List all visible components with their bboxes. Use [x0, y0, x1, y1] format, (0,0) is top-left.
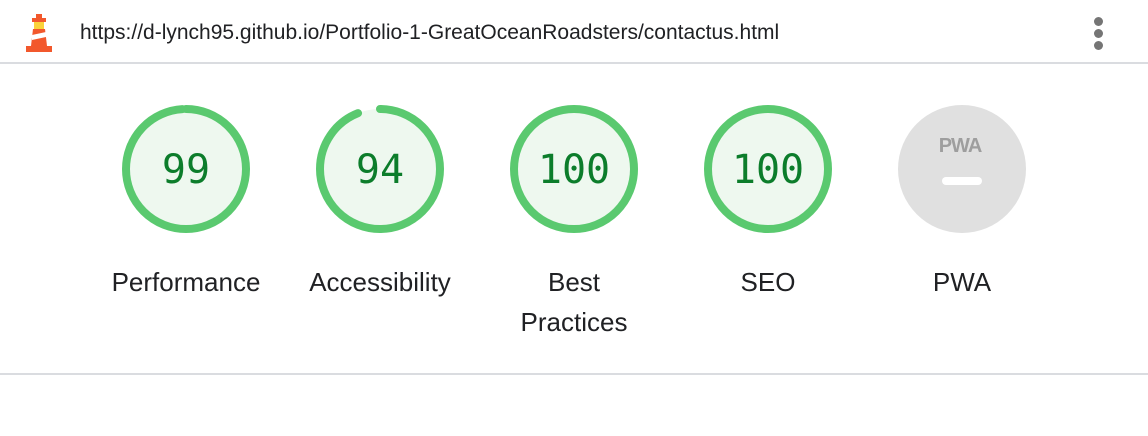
gauge-seo[interactable]: 100 SEO — [678, 104, 858, 302]
performance-score: 99 — [162, 147, 210, 193]
page-url[interactable]: https://d-lynch95.github.io/Portfolio-1-… — [80, 20, 779, 46]
gauge-pwa[interactable]: PWA PWA — [872, 104, 1052, 302]
pwa-label: PWA — [932, 267, 992, 297]
best-practices-label-line1: Best — [547, 267, 601, 297]
report-header: https://d-lynch95.github.io/Portfolio-1-… — [0, 0, 1148, 64]
seo-label: SEO — [740, 267, 796, 297]
accessibility-label: Accessibility — [309, 267, 451, 297]
more-vertical-icon[interactable] — [1086, 14, 1110, 52]
pwa-badge-text: PWA — [939, 135, 982, 157]
accessibility-gauge-icon: 94 — [316, 105, 444, 233]
best-practices-label-line2: Practices — [520, 307, 628, 337]
gauge-performance[interactable]: 99 Performance — [96, 104, 276, 302]
pwa-dash-icon — [942, 177, 982, 185]
accessibility-score: 94 — [356, 147, 404, 193]
divider — [0, 373, 1148, 375]
pwa-badge-icon: PWA — [898, 105, 1026, 233]
gauge-best-practices[interactable]: 100 Best Practices — [484, 104, 664, 342]
performance-label: Performance — [111, 267, 261, 297]
lighthouse-icon — [26, 14, 52, 52]
seo-score: 100 — [732, 147, 804, 193]
gauge-accessibility[interactable]: 94 Accessibility — [290, 104, 470, 302]
seo-gauge-icon: 100 — [704, 105, 832, 233]
best-practices-score: 100 — [538, 147, 610, 193]
best-practices-gauge-icon: 100 — [510, 105, 638, 233]
performance-gauge-icon: 99 — [122, 105, 250, 233]
score-gauges: 99 Performance 94 Accessibility 100 Best… — [0, 64, 1148, 374]
best-practices-label: Best Practices — [484, 262, 664, 342]
